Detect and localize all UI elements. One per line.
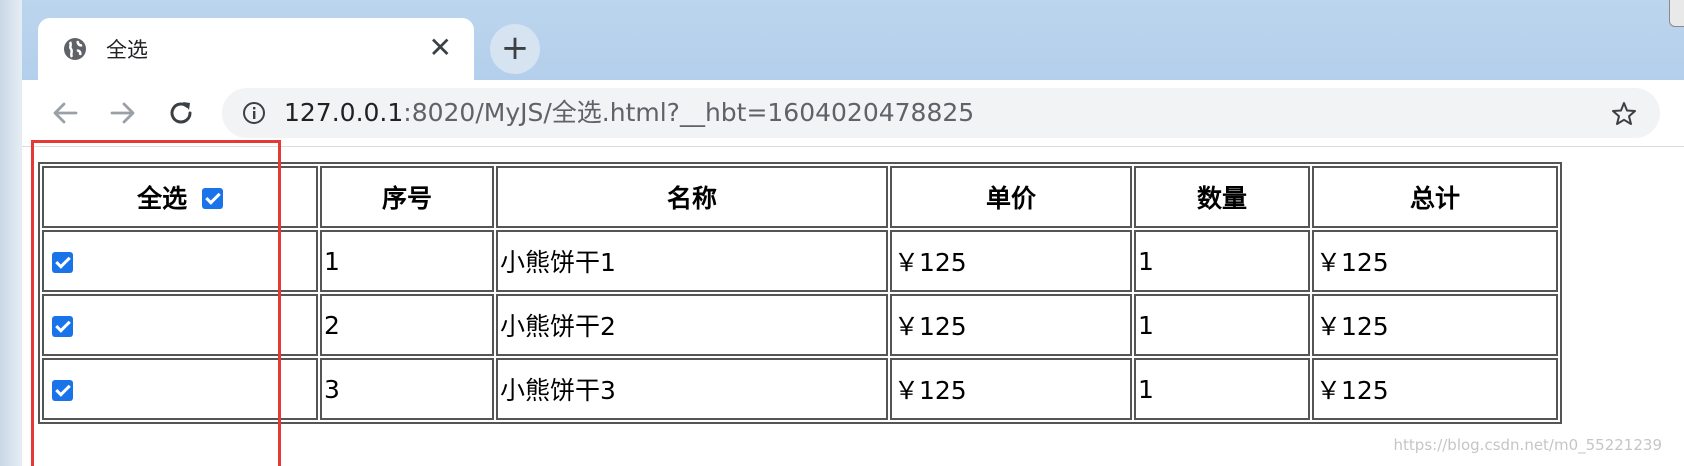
window-left-edge [0,0,22,466]
back-button[interactable] [46,94,84,132]
cell-qty: 1 [1134,358,1310,420]
cell-total: ￥125 [1312,230,1558,292]
new-tab-button[interactable]: + [490,24,540,74]
table-row: 3 小熊饼干3 ￥125 1 ￥125 [42,358,1558,420]
row-checkbox[interactable] [52,316,73,337]
cell-no: 3 [320,358,494,420]
address-bar[interactable]: 127.0.0.1:8020/MyJS/全选.html?__hbt=160402… [222,88,1660,138]
cell-name: 小熊饼干1 [496,230,888,292]
reload-button[interactable] [162,94,200,132]
window-corner [1669,0,1684,27]
row-checkbox[interactable] [52,252,73,273]
close-tab-icon[interactable]: ✕ [429,32,452,64]
forward-button[interactable] [104,94,142,132]
tab-title: 全选 [106,38,148,62]
row-select-cell [42,358,318,420]
table-row: 2 小熊饼干2 ￥125 1 ￥125 [42,294,1558,356]
header-price: 单价 [890,166,1132,228]
browser-tab[interactable]: 全选 ✕ [38,18,474,80]
header-no: 序号 [320,166,494,228]
cell-total: ￥125 [1312,358,1558,420]
info-icon[interactable] [242,101,266,125]
cell-no: 2 [320,294,494,356]
header-select-all: 全选 [42,166,318,228]
table-header-row: 全选 序号 名称 单价 数量 总计 [42,166,1558,228]
row-checkbox[interactable] [52,380,73,401]
cell-total: ￥125 [1312,294,1558,356]
watermark: https://blog.csdn.net/m0_55221239 [1393,436,1662,454]
page-content: 全选 序号 名称 单价 数量 总计 1 小熊饼干1 ￥125 1 ￥125 2 … [22,147,1684,466]
globe-icon [62,36,88,62]
select-all-label: 全选 [137,184,188,213]
header-qty: 数量 [1134,166,1310,228]
cell-name: 小熊饼干3 [496,358,888,420]
reload-icon [170,102,192,124]
browser-toolbar: 127.0.0.1:8020/MyJS/全选.html?__hbt=160402… [22,80,1684,147]
url-host: 127.0.0.1 [284,98,404,127]
cell-price: ￥125 [890,294,1132,356]
bookmark-star-icon[interactable] [1610,100,1638,128]
row-select-cell [42,230,318,292]
select-all-checkbox[interactable] [201,187,223,209]
cart-table: 全选 序号 名称 单价 数量 总计 1 小熊饼干1 ￥125 1 ￥125 2 … [38,162,1562,424]
cell-price: ￥125 [890,358,1132,420]
header-name: 名称 [496,166,888,228]
row-select-cell [42,294,318,356]
cell-no: 1 [320,230,494,292]
table-row: 1 小熊饼干1 ￥125 1 ￥125 [42,230,1558,292]
cell-qty: 1 [1134,230,1310,292]
arrow-left-icon [53,102,78,124]
cell-price: ￥125 [890,230,1132,292]
header-total: 总计 [1312,166,1558,228]
url-text[interactable]: 127.0.0.1:8020/MyJS/全选.html?__hbt=160402… [284,88,974,138]
cell-qty: 1 [1134,294,1310,356]
url-path: :8020/MyJS/全选.html?__hbt=1604020478825 [403,98,975,127]
browser-window: 全选 ✕ + 127.0.0.1:8020/MyJS/全选.html?__hbt… [0,0,1684,466]
arrow-right-icon [110,102,135,124]
cell-name: 小熊饼干2 [496,294,888,356]
